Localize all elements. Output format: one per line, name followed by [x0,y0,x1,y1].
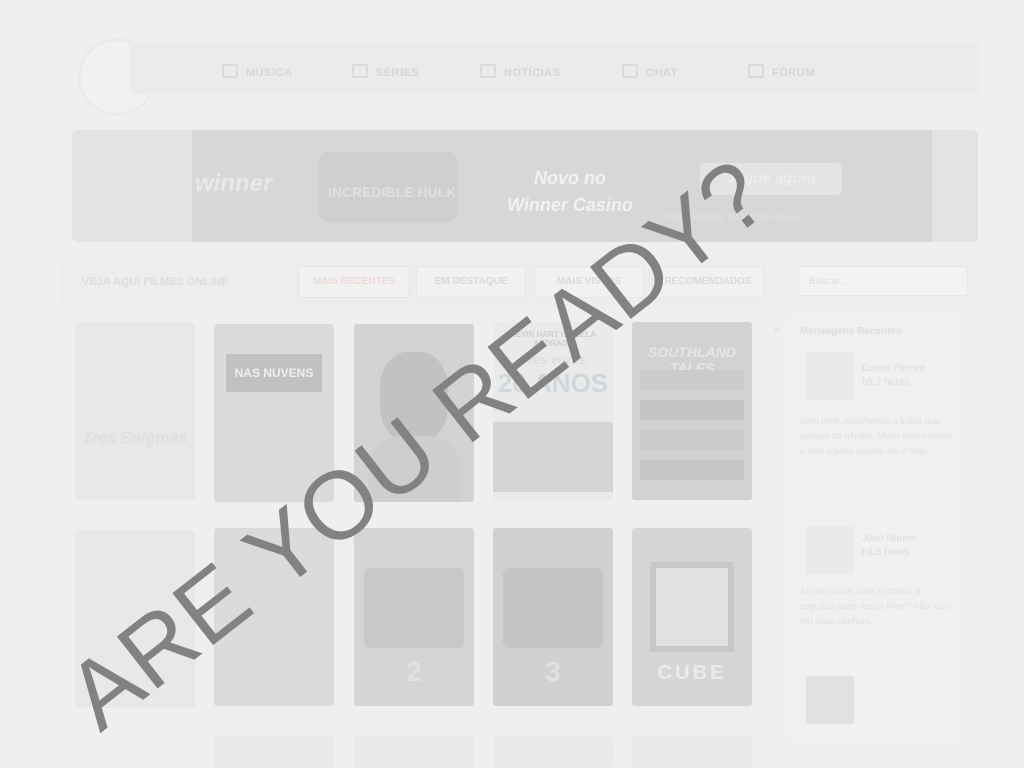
page: MÚSICA SÉRIES NOTÍCIAS CHAT FÓRUM winner… [0,0,1024,768]
